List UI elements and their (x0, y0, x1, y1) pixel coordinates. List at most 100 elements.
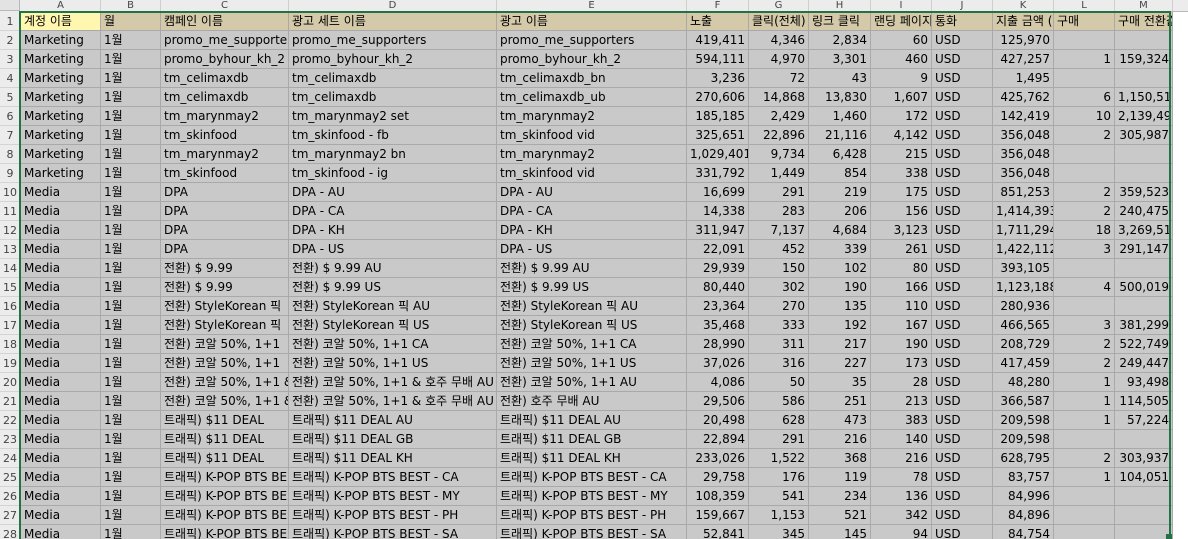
table-cell[interactable]: 2,139,491 (1115, 107, 1173, 126)
table-cell[interactable]: 트래픽) $11 DEAL GB (497, 430, 687, 449)
header-cell[interactable]: 광고 세트 이름 (289, 12, 497, 31)
table-cell[interactable]: tm_celimaxdb (289, 88, 497, 107)
table-cell[interactable]: USD (932, 335, 993, 354)
column-header-e[interactable]: E (497, 0, 687, 11)
table-cell[interactable]: 2 (1054, 335, 1115, 354)
table-cell[interactable]: 1월 (101, 525, 161, 539)
table-cell[interactable]: 104,051 (1115, 468, 1173, 487)
table-cell[interactable]: Media (21, 487, 101, 506)
table-cell[interactable]: 1월 (101, 221, 161, 240)
table-cell[interactable]: 1 (1054, 373, 1115, 392)
table-cell[interactable]: 368 (809, 449, 871, 468)
table-cell[interactable]: 트래픽) $11 DEAL AU (497, 411, 687, 430)
row-header-2[interactable]: 2 (0, 31, 20, 50)
table-cell[interactable] (1115, 145, 1173, 164)
row-header-16[interactable]: 16 (0, 297, 20, 316)
table-cell[interactable]: 1월 (101, 145, 161, 164)
table-cell[interactable]: tm_marynmay2 (497, 145, 687, 164)
table-cell[interactable]: 전환) $ 9.99 (161, 278, 289, 297)
table-cell[interactable]: 466,565 (993, 316, 1054, 335)
table-cell[interactable]: 23,364 (687, 297, 749, 316)
column-header-b[interactable]: B (101, 0, 161, 11)
table-cell[interactable]: USD (932, 31, 993, 50)
table-cell[interactable]: 94 (871, 525, 932, 539)
table-cell[interactable]: 3,269,515 (1115, 221, 1173, 240)
table-cell[interactable]: 359,523 (1115, 183, 1173, 202)
table-cell[interactable]: tm_skinfood vid (497, 164, 687, 183)
column-header-j[interactable]: J (932, 0, 993, 11)
table-cell[interactable]: USD (932, 449, 993, 468)
table-cell[interactable]: 전환) 코알 50%, 1+1 AU (497, 373, 687, 392)
table-cell[interactable]: Media (21, 183, 101, 202)
table-cell[interactable]: 6,428 (809, 145, 871, 164)
table-cell[interactable]: 18 (1054, 221, 1115, 240)
table-cell[interactable]: 52,841 (687, 525, 749, 539)
table-cell[interactable]: 3,236 (687, 69, 749, 88)
table-cell[interactable]: 311,947 (687, 221, 749, 240)
row-header-23[interactable]: 23 (0, 430, 20, 449)
table-cell[interactable]: 전환) 코알 50%, 1+1 (161, 335, 289, 354)
table-cell[interactable]: 2 (1054, 202, 1115, 221)
table-cell[interactable]: 333 (749, 316, 809, 335)
table-cell[interactable]: 594,111 (687, 50, 749, 69)
table-cell[interactable]: 전환) 코알 50%, 1+1 & 호주 무배 AU (289, 373, 497, 392)
table-cell[interactable]: 1월 (101, 278, 161, 297)
table-cell[interactable]: 80 (871, 259, 932, 278)
table-cell[interactable]: Marketing (21, 145, 101, 164)
table-cell[interactable]: 전환) $ 9.99 US (497, 278, 687, 297)
table-cell[interactable]: 전환) 코알 50%, 1+1 CA (497, 335, 687, 354)
table-cell[interactable]: 35 (809, 373, 871, 392)
table-cell[interactable]: USD (932, 354, 993, 373)
table-cell[interactable]: DPA - US (497, 240, 687, 259)
table-cell[interactable]: 283 (749, 202, 809, 221)
table-cell[interactable]: 125,970 (993, 31, 1054, 50)
table-cell[interactable]: tm_marynmay2 bn (289, 145, 497, 164)
table-cell[interactable]: 트래픽) $11 DEAL GB (289, 430, 497, 449)
table-cell[interactable]: 48,280 (993, 373, 1054, 392)
table-cell[interactable] (1115, 487, 1173, 506)
table-cell[interactable]: 1월 (101, 297, 161, 316)
table-cell[interactable]: 전환) StyleKorean 픽 US (497, 316, 687, 335)
table-cell[interactable]: 1,607 (871, 88, 932, 107)
table-cell[interactable]: 트래픽) K-POP BTS BEST - SA (289, 525, 497, 539)
table-cell[interactable]: 3,301 (809, 50, 871, 69)
table-cell[interactable]: 트래픽) K-POP BTS BES (161, 506, 289, 525)
table-cell[interactable]: 3 (1054, 316, 1115, 335)
table-cell[interactable]: 2 (1054, 126, 1115, 145)
table-cell[interactable] (1054, 430, 1115, 449)
table-cell[interactable]: 전환) StyleKorean 픽 AU (289, 297, 497, 316)
table-cell[interactable]: 트래픽) $11 DEAL (161, 411, 289, 430)
table-cell[interactable]: 트래픽) K-POP BTS BEST - PH (289, 506, 497, 525)
table-cell[interactable]: 234 (809, 487, 871, 506)
table-cell[interactable]: 1,150,518 (1115, 88, 1173, 107)
column-header-k[interactable]: K (993, 0, 1054, 11)
table-cell[interactable]: tm_marynmay2 set (289, 107, 497, 126)
table-cell[interactable]: Media (21, 202, 101, 221)
table-cell[interactable]: 9 (871, 69, 932, 88)
table-cell[interactable]: Media (21, 354, 101, 373)
table-cell[interactable]: 20,498 (687, 411, 749, 430)
table-cell[interactable]: 159,324 (1115, 50, 1173, 69)
table-cell[interactable]: Media (21, 525, 101, 539)
table-cell[interactable]: 190 (871, 335, 932, 354)
table-cell[interactable]: 427,257 (993, 50, 1054, 69)
table-cell[interactable]: 1월 (101, 411, 161, 430)
table-cell[interactable]: Marketing (21, 107, 101, 126)
table-cell[interactable]: tm_celimaxdb (161, 69, 289, 88)
row-header-15[interactable]: 15 (0, 278, 20, 297)
table-cell[interactable]: 9,734 (749, 145, 809, 164)
table-cell[interactable]: 트래픽) K-POP BTS BES (161, 468, 289, 487)
table-cell[interactable] (1054, 487, 1115, 506)
table-cell[interactable]: 393,105 (993, 259, 1054, 278)
table-cell[interactable]: 전환) StyleKorean 픽 AU (497, 297, 687, 316)
table-cell[interactable]: 28,990 (687, 335, 749, 354)
table-cell[interactable]: USD (932, 88, 993, 107)
column-header-f[interactable]: F (687, 0, 749, 11)
row-header-1[interactable]: 1 (0, 12, 20, 31)
table-cell[interactable]: 1월 (101, 50, 161, 69)
row-header-12[interactable]: 12 (0, 221, 20, 240)
table-cell[interactable]: tm_skinfood vid (497, 126, 687, 145)
table-cell[interactable]: 185,185 (687, 107, 749, 126)
select-all-corner[interactable] (0, 0, 20, 11)
table-cell[interactable]: DPA - KH (289, 221, 497, 240)
